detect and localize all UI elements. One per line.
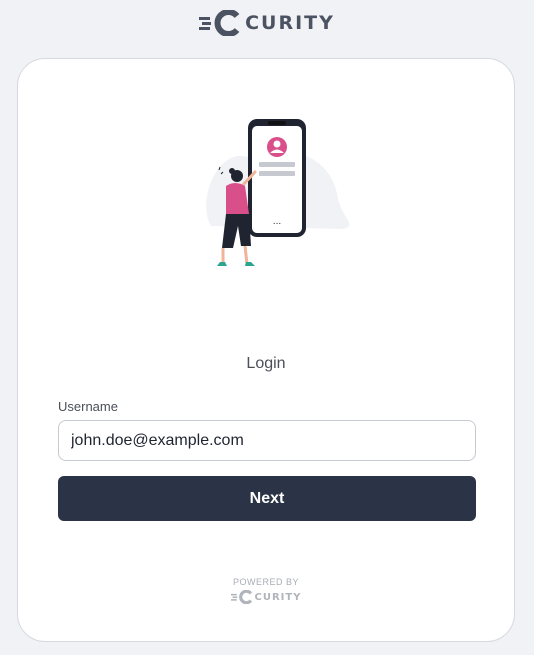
brand-name: CURITY <box>245 12 335 34</box>
login-card: ... Login Username Next POWERED BY CURIT… <box>17 58 515 642</box>
header-logo: CURITY <box>0 8 534 38</box>
username-label: Username <box>58 399 118 414</box>
next-button[interactable]: Next <box>58 476 476 521</box>
footer-brand-name: CURITY <box>254 591 302 603</box>
person-phone-illustration: ... <box>206 119 350 266</box>
phone-dots: ... <box>273 217 282 227</box>
username-input[interactable] <box>58 420 476 461</box>
page-title: Login <box>246 355 286 372</box>
curity-logo-icon <box>199 10 240 36</box>
powered-by: POWERED BY CURITY <box>18 577 514 604</box>
powered-by-label: POWERED BY <box>232 577 299 587</box>
footer-logo: CURITY <box>18 590 514 604</box>
curity-small-logo-icon <box>230 590 252 604</box>
